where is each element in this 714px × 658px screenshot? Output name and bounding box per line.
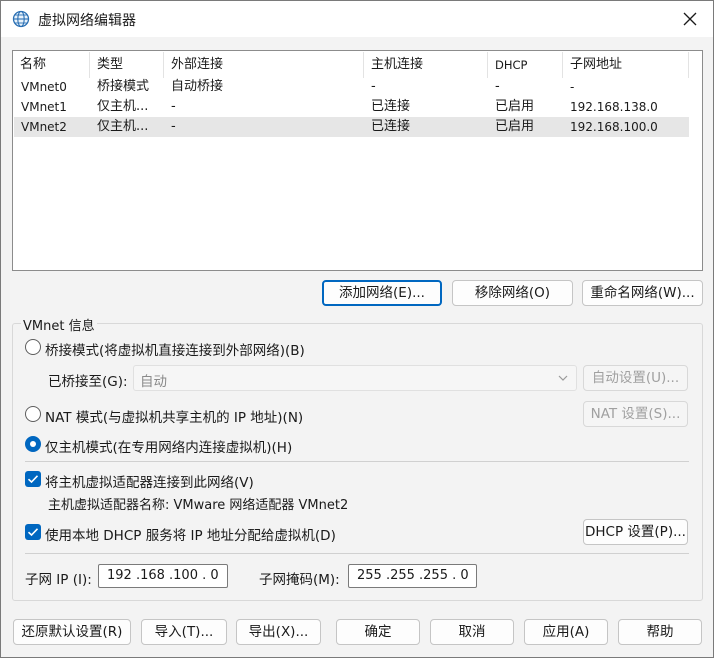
table-cell: VMnet2 [21,120,67,134]
export-button[interactable]: 导出(X)... [236,619,321,645]
table-row[interactable]: VMnet0 桥接模式 自动桥接 - - - [14,77,689,97]
column-header-subnet[interactable]: 子网地址 [563,52,689,78]
table-cell: - [171,99,176,114]
table-cell: 仅主机... [97,119,149,134]
checkmark-icon [27,475,39,484]
bridged-mode-radio[interactable] [25,339,41,355]
column-header-name[interactable]: 名称 [13,52,90,78]
cancel-button[interactable]: 取消 [430,619,514,645]
close-icon [683,12,697,26]
virtual-network-editor-window: 虚拟网络编辑器 名称 类型 外部连接 主机连接 DHCP 子网地址 VMnet0… [0,0,714,658]
title-bar: 虚拟网络编辑器 [1,1,713,37]
bridged-to-value: 自动 [140,374,167,390]
table-cell: VMnet1 [21,100,67,114]
rename-network-button[interactable]: 重命名网络(W)... [582,280,703,306]
column-header-type[interactable]: 类型 [90,52,164,78]
table-cell: 已启用 [495,119,535,134]
subnet-mask-input[interactable]: 255 .255 .255 . 0 [348,564,477,588]
close-button[interactable] [673,5,707,33]
column-header-external[interactable]: 外部连接 [164,52,364,78]
dhcp-checkbox[interactable] [25,524,41,540]
table-cell: 192.168.138.0 [570,100,658,114]
table-cell: - [171,119,176,134]
nat-settings-button[interactable]: NAT 设置(S)... [583,401,688,427]
restore-defaults-button[interactable]: 还原默认设置(R) [13,619,131,645]
host-only-mode-label[interactable]: 仅主机模式(在专用网络内连接虚拟机)(H) [45,436,292,456]
column-header-dhcp[interactable]: DHCP [488,52,563,78]
globe-icon [12,10,30,28]
table-row[interactable]: VMnet1 仅主机... - 已连接 已启用 192.168.138.0 [14,97,689,117]
table-cell: 192.168.100.0 [570,120,658,134]
bridged-to-select[interactable]: 自动 [133,365,577,391]
divider [25,461,689,462]
dhcp-settings-button[interactable]: DHCP 设置(P)... [583,519,688,545]
add-network-button[interactable]: 添加网络(E)... [322,280,442,306]
checkmark-icon [27,528,39,537]
apply-button[interactable]: 应用(A) [524,619,608,645]
chevron-down-icon [558,375,568,381]
subnet-ip-input[interactable]: 192 .168 .100 . 0 [98,564,228,588]
dhcp-label[interactable]: 使用本地 DHCP 服务将 IP 地址分配给虚拟机(D) [45,524,336,544]
nat-mode-radio[interactable] [25,406,41,422]
adapter-name-text: 主机虚拟适配器名称: VMware 网络适配器 VMnet2 [48,498,349,513]
vmnet-info-label: VMnet 信息 [21,315,97,334]
divider [25,553,689,554]
nat-mode-label[interactable]: NAT 模式(与虚拟机共享主机的 IP 地址)(N) [45,406,303,426]
table-cell: 仅主机... [97,99,149,114]
bridged-mode-label[interactable]: 桥接模式(将虚拟机直接连接到外部网络)(B) [45,339,305,359]
help-button[interactable]: 帮助 [618,619,702,645]
table-cell: VMnet0 [21,80,67,94]
table-cell: 已启用 [495,99,535,114]
auto-settings-button[interactable]: 自动设置(U)... [583,365,688,391]
table-cell: - [570,80,575,94]
subnet-mask-label: 子网掩码(M): [259,572,340,588]
network-list[interactable]: 名称 类型 外部连接 主机连接 DHCP 子网地址 VMnet0 桥接模式 自动… [12,50,703,271]
table-cell: - [495,79,500,94]
table-cell: 已连接 [371,119,411,134]
table-cell: - [371,79,376,94]
window-title: 虚拟网络编辑器 [38,13,136,29]
connect-adapter-label[interactable]: 将主机虚拟适配器连接到此网络(V) [45,471,254,491]
table-row-selected[interactable]: VMnet2 仅主机... - 已连接 已启用 192.168.100.0 [14,117,689,137]
import-button[interactable]: 导入(T)... [141,619,227,645]
bridged-to-label: 已桥接至(G): [48,374,128,390]
subnet-ip-label: 子网 IP (I): [25,572,92,588]
table-cell: 自动桥接 [171,79,224,94]
table-cell: 已连接 [371,99,411,114]
ok-button[interactable]: 确定 [336,619,420,645]
column-header-host[interactable]: 主机连接 [364,52,488,78]
host-only-mode-radio[interactable] [25,436,41,452]
connect-adapter-checkbox[interactable] [25,471,41,487]
remove-network-button[interactable]: 移除网络(O) [452,280,573,306]
table-cell: 桥接模式 [97,79,150,94]
